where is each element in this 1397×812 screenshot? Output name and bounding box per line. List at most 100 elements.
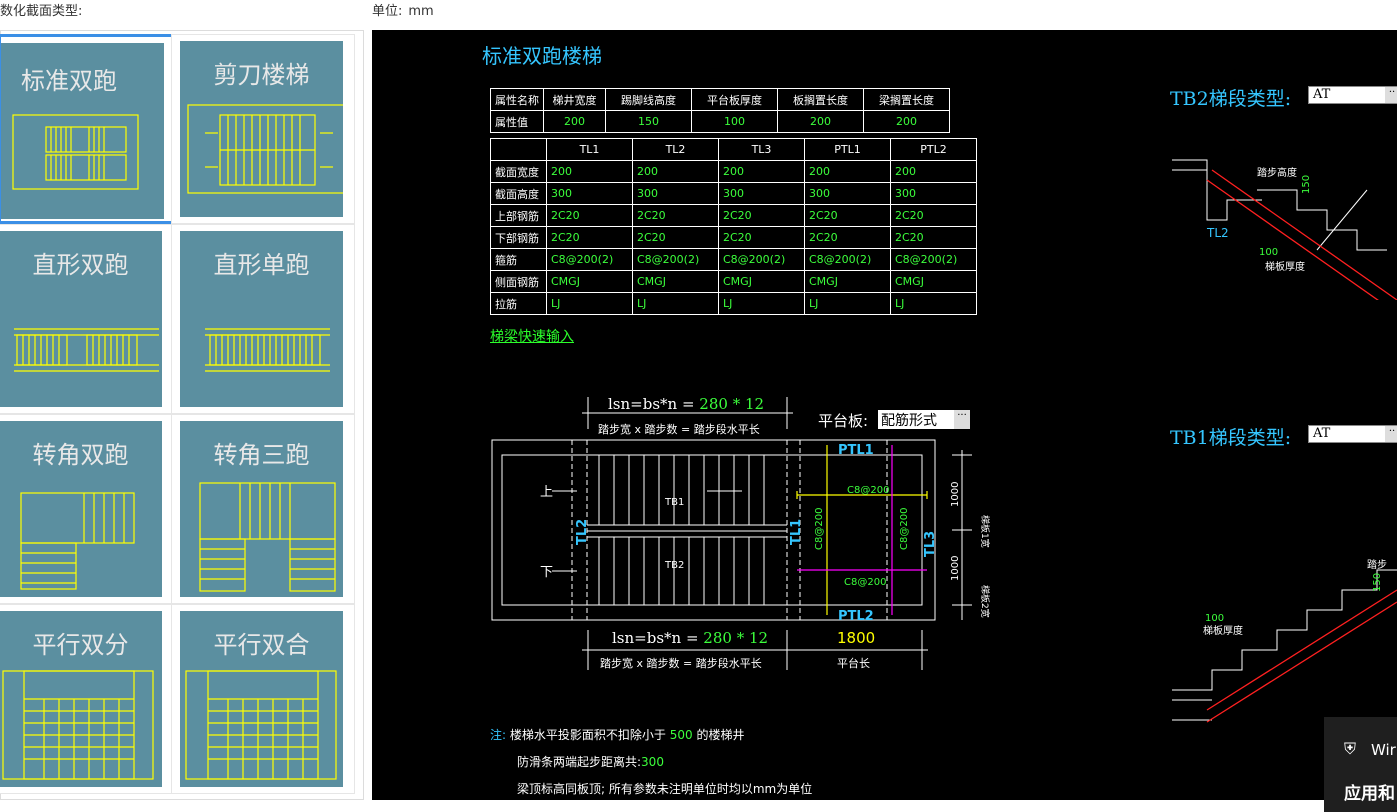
stair-type-straight-double[interactable]: 直形双跑 — [0, 224, 182, 414]
beam-value-input[interactable]: C8@200(2) — [632, 248, 719, 271]
attr-value-input[interactable]: 100 — [691, 110, 778, 133]
beam-table-row: 截面高度 300 300 300 300 300 — [490, 182, 977, 205]
beam-value-input[interactable]: 300 — [804, 182, 891, 205]
ellipsis-icon[interactable]: ·· — [1385, 87, 1397, 103]
beam-value-input[interactable]: 200 — [632, 160, 719, 183]
stair-type-scissor[interactable]: 剪刀楼梯 — [171, 34, 355, 224]
beam-row-label: 截面宽度 — [490, 160, 547, 183]
beam-value-input[interactable]: 2C20 — [890, 226, 977, 249]
plan-bottom-formula: lsn=bs*n = — [612, 629, 703, 647]
stair-type-corner-double[interactable]: 转角双跑 — [0, 414, 182, 604]
section-thickness-label: 梯板厚度 — [1203, 624, 1243, 637]
tl3-label: TL3 — [923, 531, 938, 557]
beam-table-row: 截面宽度 200 200 200 200 200 — [490, 160, 977, 183]
beam-column-header: TL3 — [718, 138, 805, 161]
beam-value-input[interactable]: 300 — [890, 182, 977, 205]
attribute-table: 属性名称 梯井宽度 踢脚线高度 平台板厚度 板搁置长度 梁搁置长度 属性值 20… — [490, 88, 950, 133]
beam-value-input[interactable]: LJ — [632, 292, 719, 315]
attr-header: 梁搁置长度 — [863, 88, 950, 111]
beam-value-input[interactable]: 200 — [890, 160, 977, 183]
beam-quick-input-link[interactable]: 梯梁快速输入 — [490, 326, 574, 346]
beam-value-input[interactable]: 2C20 — [890, 204, 977, 227]
tb2-type-select[interactable]: AT ·· — [1308, 86, 1397, 104]
beam-value-input[interactable]: CMGJ — [718, 270, 805, 293]
note-2-value[interactable]: 300 — [641, 755, 664, 769]
tl2-label: TL2 — [575, 519, 590, 545]
straight-single-icon — [205, 328, 330, 372]
beam-value-input[interactable]: 2C20 — [804, 204, 891, 227]
attr-value-input[interactable]: 200 — [777, 110, 864, 133]
beam-value-input[interactable]: 2C20 — [718, 226, 805, 249]
beam-header-blank — [490, 138, 547, 161]
beam-value-input[interactable]: 2C20 — [632, 226, 719, 249]
stair-type-parallel-merge[interactable]: 平行双合 — [171, 604, 355, 794]
platform-length: 1800 — [837, 629, 875, 647]
parallel-merge-icon — [185, 670, 337, 780]
platform-board-select[interactable]: 配筋形式 ··· — [878, 410, 970, 429]
width2-label: 梯板2宽 — [979, 585, 991, 618]
beam-value-input[interactable]: CMGJ — [632, 270, 719, 293]
beam-row-label: 箍筋 — [490, 248, 547, 271]
beam-value-input[interactable]: LJ — [804, 292, 891, 315]
beam-value-input[interactable]: C8@200(2) — [890, 248, 977, 271]
rebar-label: C8@200 — [847, 485, 889, 496]
beam-value-input[interactable]: 300 — [546, 182, 633, 205]
attr-header: 平台板厚度 — [691, 88, 778, 111]
beam-value-input[interactable]: C8@200(2) — [804, 248, 891, 271]
stair-tile: 直形单跑 — [180, 231, 343, 407]
beam-value-input[interactable]: C8@200(2) — [546, 248, 633, 271]
plan-bottom-formula-value: 280 * 12 — [703, 629, 768, 647]
beam-column-header: PTL2 — [890, 138, 977, 161]
width2-value: 1000 — [950, 556, 961, 581]
attr-value-input[interactable]: 200 — [543, 110, 606, 133]
windows-notification[interactable]: ⛨ Wir 应用和 — [1324, 717, 1397, 812]
beam-value-input[interactable]: CMGJ — [546, 270, 633, 293]
note-1-value[interactable]: 500 — [670, 728, 693, 742]
rebar-label: C8@200 — [814, 508, 825, 550]
beam-value-input[interactable]: LJ — [890, 292, 977, 315]
beam-value-input[interactable]: 2C20 — [546, 226, 633, 249]
beam-row-label: 截面高度 — [490, 182, 547, 205]
tb1-type-select[interactable]: AT ·· — [1308, 425, 1397, 443]
beam-value-input[interactable]: 300 — [632, 182, 719, 205]
rebar-label: C8@200 — [899, 508, 910, 550]
section-type-label: 数化截面类型: — [0, 4, 83, 19]
beam-value-input[interactable]: 2C20 — [632, 204, 719, 227]
beam-value-input[interactable]: 2C20 — [804, 226, 891, 249]
stair-plan-drawing: lsn=bs*n = 280 * 12 踏步宽 x 踏步数 = 踏步段水平长 l… — [491, 395, 991, 670]
beam-value-input[interactable]: LJ — [718, 292, 805, 315]
unit-caption: 单位: — [372, 4, 403, 19]
beam-value-input[interactable]: 200 — [804, 160, 891, 183]
beam-value-input[interactable]: 200 — [546, 160, 633, 183]
attr-value-input[interactable]: 150 — [605, 110, 692, 133]
beam-value-input[interactable]: C8@200(2) — [718, 248, 805, 271]
note-1a: 楼梯水平投影面积不扣除小于 — [509, 728, 666, 742]
attr-header: 梯井宽度 — [543, 88, 606, 111]
stair-type-parallel-split[interactable]: 平行双分 — [0, 604, 182, 794]
step-height-label: 踏步高度 — [1257, 166, 1297, 179]
note-line-2: 防滑条两端起步距离共:300 — [490, 749, 812, 776]
note-line-1: 注: 楼梯水平投影面积不扣除小于 500 的楼梯井 — [490, 722, 812, 749]
ellipsis-icon[interactable]: ··· — [954, 410, 970, 429]
section-tl2-label: TL2 — [1206, 226, 1229, 240]
up-label: 上 — [540, 485, 553, 500]
tb2-type-label: TB2梯段类型: — [1170, 88, 1292, 110]
beam-value-input[interactable]: CMGJ — [804, 270, 891, 293]
beam-value-input[interactable]: 2C20 — [546, 204, 633, 227]
corner-double-icon — [20, 492, 135, 590]
platform-length-label: 平台长 — [837, 656, 870, 670]
note-line-3: 梁顶标高同板顶; 所有参数未注明单位时均以mm为单位 — [517, 782, 813, 796]
attr-value-input[interactable]: 200 — [863, 110, 950, 133]
stair-type-standard-double[interactable]: 标准双跑 — [0, 34, 182, 224]
beam-value-input[interactable]: 300 — [718, 182, 805, 205]
beam-value-input[interactable]: LJ — [546, 292, 633, 315]
tb2-section-drawing: 踏步高度 150 TL2 100 梯板厚度 — [1172, 159, 1397, 300]
section-step-label: 踏步 — [1367, 558, 1387, 571]
scissor-stair-icon — [187, 104, 343, 194]
stair-type-corner-triple[interactable]: 转角三跑 — [171, 414, 355, 604]
beam-value-input[interactable]: 200 — [718, 160, 805, 183]
ellipsis-icon[interactable]: ·· — [1385, 426, 1397, 442]
beam-value-input[interactable]: CMGJ — [890, 270, 977, 293]
stair-type-straight-single[interactable]: 直形单跑 — [171, 224, 355, 414]
beam-value-input[interactable]: 2C20 — [718, 204, 805, 227]
